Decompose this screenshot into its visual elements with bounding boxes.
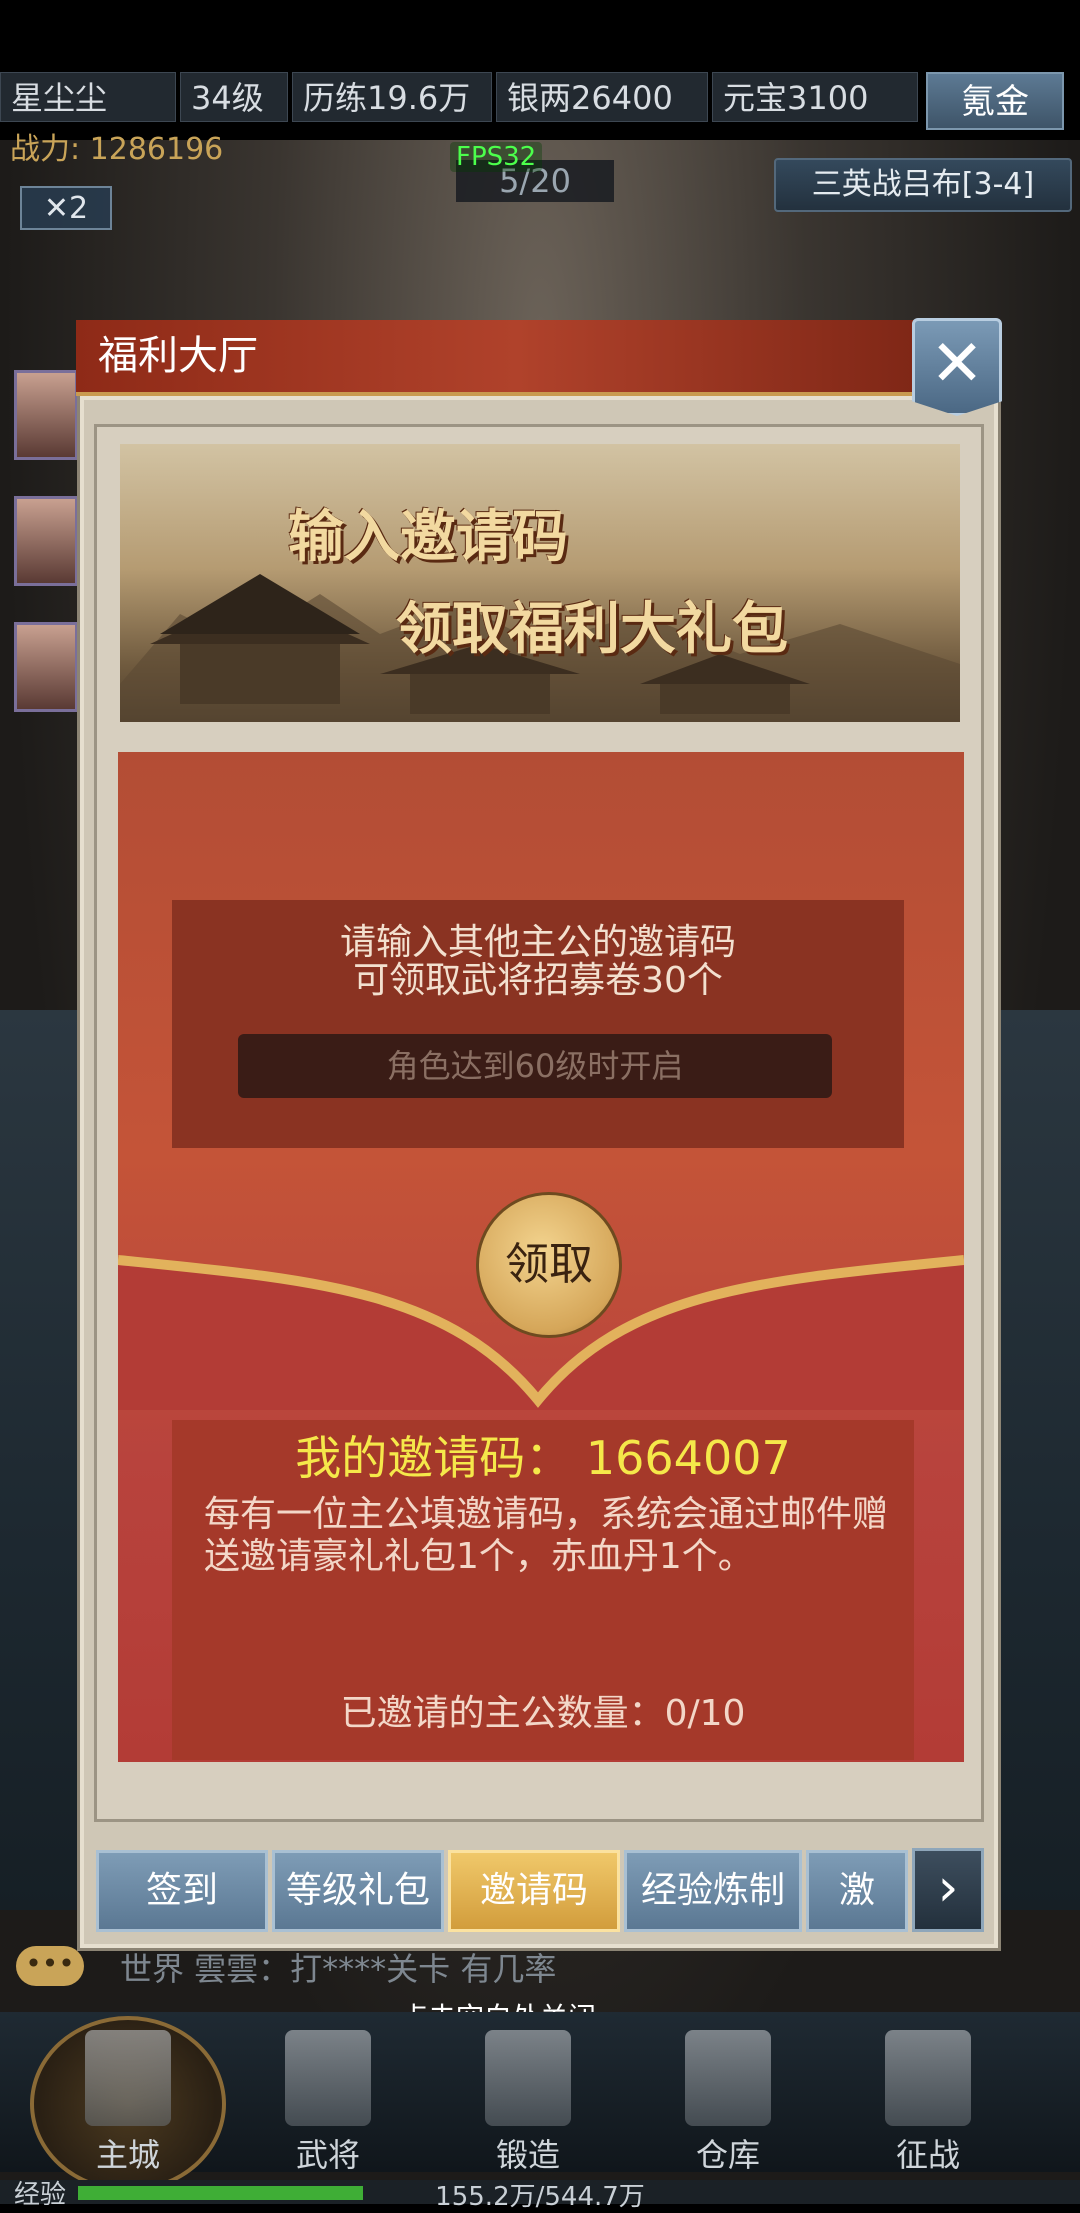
anvil-icon xyxy=(485,2030,571,2126)
chevron-right-icon[interactable]: › xyxy=(912,1848,984,1932)
palace-illustration xyxy=(120,574,960,722)
recharge-button[interactable]: 氪金 xyxy=(926,72,1064,130)
player-name: 星尘尘 xyxy=(0,72,176,122)
hero-portrait[interactable] xyxy=(14,496,78,586)
nav-generals-label: 武将 xyxy=(295,2136,360,2174)
world-chat-message[interactable]: 世界 雲雲：打****关卡 有几率 xyxy=(120,1944,556,1990)
tab-level-gift[interactable]: 等级礼包 xyxy=(272,1850,444,1932)
sword-icon xyxy=(885,2030,971,2126)
tab-exp-refine[interactable]: 经验炼制 xyxy=(624,1850,802,1932)
exp-value: 155.2万/544.7万 xyxy=(435,2182,645,2212)
experience-points: 历练19.6万 xyxy=(292,72,492,122)
claim-button[interactable]: 领取 xyxy=(476,1192,622,1338)
helmet-icon xyxy=(285,2030,371,2126)
nav-forge[interactable]: 锻造 xyxy=(430,2020,626,2176)
nav-warehouse[interactable]: 仓库 xyxy=(630,2020,826,2176)
chat-bubble-icon[interactable]: ••• xyxy=(16,1946,84,1986)
nav-warehouse-label: 仓库 xyxy=(695,2136,760,2174)
city-icon xyxy=(85,2030,171,2126)
tab-invite-code[interactable]: 邀请码 xyxy=(448,1850,620,1932)
banner-title-line2: 领取福利大礼包 xyxy=(396,597,788,662)
invite-hint-line2: 可领取武将招募卷30个 xyxy=(353,960,723,1001)
invite-code-input[interactable]: 角色达到60级时开启 xyxy=(238,1034,832,1098)
nav-home[interactable]: 主城 xyxy=(30,2020,226,2176)
nav-generals[interactable]: 武将 xyxy=(230,2020,426,2176)
my-invite-code: 我的邀请码： 1664007 xyxy=(295,1431,791,1485)
yuanbao-currency: 元宝3100 xyxy=(712,72,918,122)
invite-banner-image xyxy=(120,444,960,722)
hero-portrait[interactable] xyxy=(14,370,78,460)
combat-power: 战力: 1286196 xyxy=(10,132,224,167)
tab-sign-in[interactable]: 签到 xyxy=(96,1850,268,1932)
silver-currency: 银两26400 xyxy=(496,72,708,122)
banner-title-line1: 输入邀请码 xyxy=(288,505,568,570)
tab-activate[interactable]: 激活 xyxy=(806,1850,908,1932)
nav-campaign[interactable]: 征战 xyxy=(830,2020,1026,2176)
nav-home-label: 主城 xyxy=(95,2136,160,2174)
invite-reward-description: 每有一位主公填邀请码，系统会通过邮件赠送邀请豪礼礼包1个，赤血丹1个。 xyxy=(204,1494,889,1577)
invited-count: 已邀请的主公数量：0/10 xyxy=(340,1693,746,1734)
nav-forge-label: 锻造 xyxy=(495,2136,560,2174)
nav-campaign-label: 征战 xyxy=(895,2136,960,2174)
close-icon[interactable]: ✕ xyxy=(912,318,1002,416)
hero-portrait[interactable] xyxy=(14,622,78,712)
speed-toggle-button[interactable]: ✕2 xyxy=(20,186,112,230)
warehouse-icon xyxy=(685,2030,771,2126)
invite-hint-line1: 请输入其他主公的邀请码 xyxy=(339,922,736,963)
dialog-title: 福利大厅 xyxy=(98,333,258,379)
player-level: 34级 xyxy=(180,72,288,122)
fps-counter: FPS32 xyxy=(450,142,543,172)
stage-button[interactable]: 三英战吕布[3-4] xyxy=(774,158,1072,212)
